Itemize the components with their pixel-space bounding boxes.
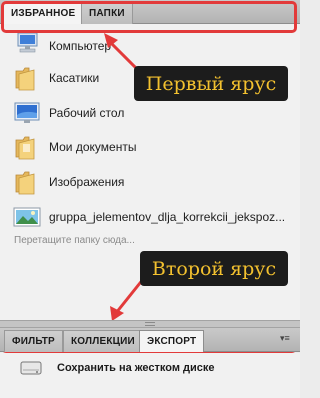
favorite-label: Компьютер: [49, 39, 112, 53]
tab-collections[interactable]: КОЛЛЕКЦИИ: [63, 330, 143, 352]
tab-export[interactable]: ЭКСПОРТ: [139, 330, 205, 352]
callout-first-tier: Первый ярус: [134, 66, 288, 101]
folder-icon: [15, 67, 35, 91]
tab-favorites[interactable]: ИЗБРАННОЕ: [3, 2, 84, 24]
computer-icon: [17, 32, 38, 53]
tab-folders[interactable]: ПАПКИ: [81, 2, 133, 24]
folder-icon: [15, 136, 35, 160]
favorite-item-images[interactable]: Изображения: [0, 164, 300, 200]
panel-menu-icon[interactable]: ▾≡: [280, 333, 294, 345]
favorite-label: gruppa_jelementov_dlja_korrekcii_jekspoz…: [49, 210, 286, 224]
favorite-label: Касатики: [49, 71, 100, 85]
save-label: Сохранить на жестком диске: [57, 362, 215, 374]
hard-drive-icon: [20, 361, 42, 375]
panel-splitter[interactable]: [0, 320, 300, 328]
favorite-item-gruppa[interactable]: gruppa_jelementov_dlja_korrekcii_jekspoz…: [0, 199, 300, 235]
top-tab-bar: ИЗБРАННОЕ ПАПКИ: [0, 0, 300, 24]
callout-second-tier: Второй ярус: [140, 251, 288, 286]
bottom-tab-bar: ФИЛЬТР КОЛЛЕКЦИИ ЭКСПОРТ ▾≡: [0, 328, 300, 352]
drop-folder-hint: Перетащите папку сюда...: [14, 235, 135, 246]
desktop-icon: [14, 102, 40, 123]
favorite-item-my-documents[interactable]: Мои документы: [0, 129, 300, 165]
favorite-label: Изображения: [49, 175, 125, 189]
folder-icon: [15, 171, 35, 195]
favorite-item-computer[interactable]: Компьютер: [0, 28, 300, 64]
splitter-grip-icon[interactable]: [145, 322, 155, 326]
favorite-label: Рабочий стол: [49, 106, 125, 120]
favorite-label: Мои документы: [49, 140, 137, 154]
image-thumbnail-icon: [13, 207, 41, 227]
save-to-hard-drive-button[interactable]: Сохранить на жестком диске: [0, 356, 300, 380]
tab-filter[interactable]: ФИЛЬТР: [4, 330, 63, 352]
